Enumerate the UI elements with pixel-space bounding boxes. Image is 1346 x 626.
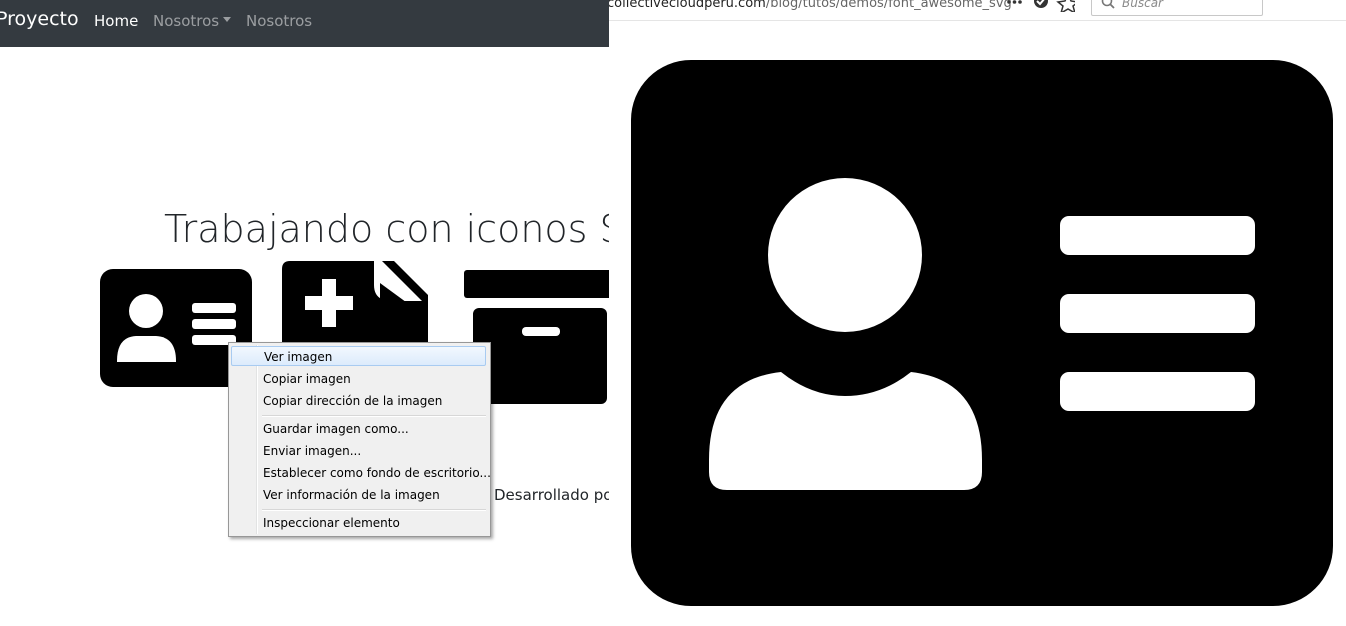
menu-item-copiar-direccion[interactable]: Copiar dirección de la imagen — [263, 391, 442, 411]
search-placeholder: Buscar — [1122, 0, 1163, 10]
nav-nosotros[interactable]: Nosotros — [246, 12, 312, 30]
navbar: Proyecto Home Nosotros Nosotros — [0, 0, 609, 47]
nav-nosotros-dropdown[interactable]: Nosotros — [153, 12, 232, 30]
nav-home[interactable]: Home — [94, 12, 138, 30]
menu-item-ver-imagen[interactable]: Ver imagen — [231, 346, 486, 366]
image-view-pane: collectivecloudperu.com/blog/tutos/demos… — [609, 0, 1346, 626]
menu-item-inspeccionar[interactable]: Inspeccionar elemento — [263, 513, 400, 533]
page-actions-icon[interactable] — [1005, 0, 1080, 15]
page-title: Trabajando con iconos SV — [164, 207, 609, 251]
menu-separator — [262, 509, 486, 511]
menu-item-enviar-imagen[interactable]: Enviar imagen... — [263, 441, 361, 461]
file-medical-icon[interactable] — [282, 261, 428, 345]
navbar-brand[interactable]: Proyecto — [0, 8, 79, 30]
menu-item-ver-informacion[interactable]: Ver información de la imagen — [263, 485, 440, 505]
search-icon — [1101, 0, 1115, 9]
menu-item-establecer-fondo[interactable]: Establecer como fondo de escritorio... — [263, 463, 491, 483]
id-card-icon-large[interactable] — [631, 60, 1333, 606]
menu-item-guardar-imagen[interactable]: Guardar imagen como... — [263, 419, 409, 439]
context-menu: Ver imagen Copiar imagen Copiar direcció… — [228, 342, 491, 537]
chevron-down-icon — [223, 17, 232, 22]
url-text[interactable]: collectivecloudperu.com/blog/tutos/demos… — [609, 0, 1012, 11]
address-bar[interactable]: collectivecloudperu.com/blog/tutos/demos… — [609, 0, 1346, 21]
search-input[interactable]: Buscar — [1091, 0, 1263, 16]
menu-separator — [262, 415, 486, 417]
address-bar-actions — [1005, 0, 1080, 16]
nav-nosotros-dropdown-label: Nosotros — [153, 12, 220, 30]
url-domain: collectivecloudperu.com — [609, 0, 766, 11]
menu-item-copiar-imagen[interactable]: Copiar imagen — [263, 369, 351, 389]
url-path: /blog/tutos/demos/font_awesome_svg — [765, 0, 1012, 11]
footer-text: Desarrollado po — [494, 486, 609, 504]
context-menu-gutter — [256, 345, 258, 534]
